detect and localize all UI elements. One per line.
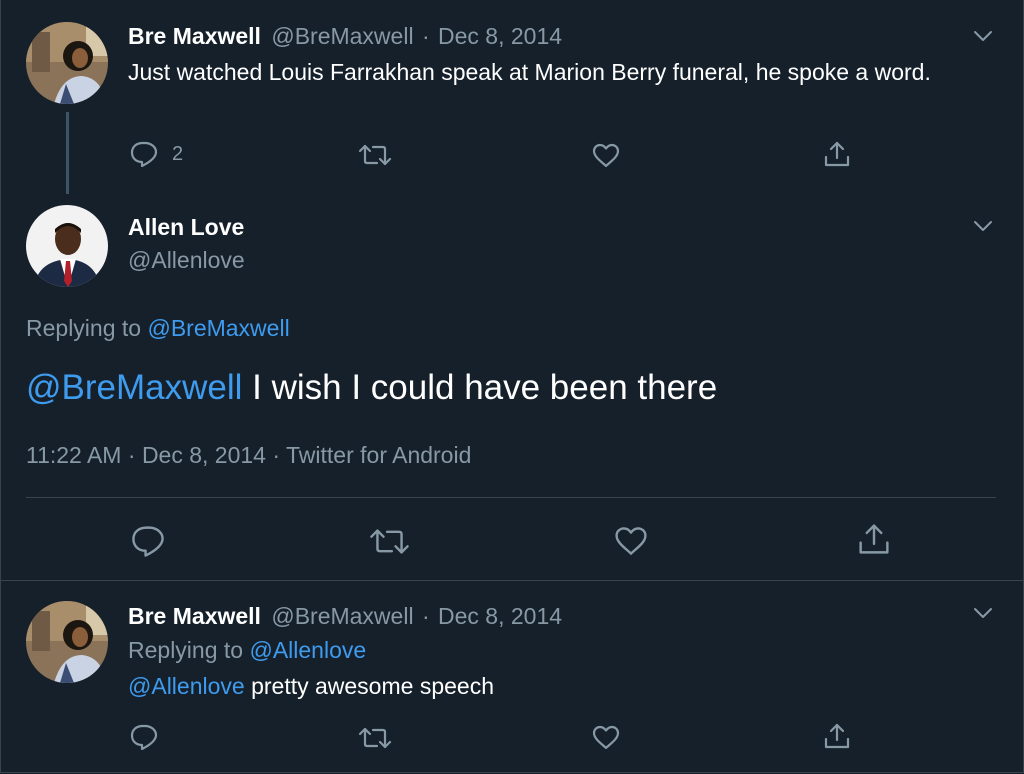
main-author-name[interactable]: Allen Love [128,214,244,241]
main-tweet-body: I wish I could have been there [252,368,718,407]
tweet3-date[interactable]: Dec 8, 2014 [438,603,562,629]
reply-icon [132,526,164,557]
main-tweet-meta: 11:22 AM · Dec 8, 2014 · Twitter for And… [26,442,471,469]
main-bottom-divider [0,580,1024,581]
tweet3-body: pretty awesome speech [251,673,494,699]
like-icon [592,143,620,168]
retweet-icon [358,144,392,166]
retweet-icon [370,529,409,554]
tweet1-text: Just watched Louis Farrakhan speak at Ma… [128,59,931,85]
main-share-button[interactable] [857,522,891,556]
tweet3-mention-link[interactable]: @Allenlove [128,673,245,699]
tweet3-replying-to: Replying to @Allenlove [128,637,366,664]
chevron-down-icon[interactable] [973,607,993,619]
reply-icon [130,141,158,167]
main-source[interactable]: Twitter for Android [286,442,471,468]
replying-to-link[interactable]: @BreMaxwell [147,315,289,341]
tweet1-reply-count: 2 [172,142,184,165]
chevron-down-icon[interactable] [973,220,993,232]
main-author-handle[interactable]: @Allenlove [128,247,245,274]
tweet3-like-button[interactable] [592,725,620,750]
meta-separator-2: · [272,442,281,468]
avatar-bre-maxwell[interactable] [26,22,108,104]
tweet3-author-name[interactable]: Bre Maxwell [128,603,261,629]
avatar-allen-love[interactable] [26,205,108,287]
main-divider [26,497,996,498]
replying-to-label: Replying to [128,637,244,663]
share-icon [824,723,850,749]
main-mention-link[interactable]: @BreMaxwell [26,368,242,407]
tweet1-date[interactable]: Dec 8, 2014 [438,23,562,49]
replying-to-label: Replying to [26,315,142,341]
tweet3-header: Bre Maxwell @BreMaxwell · Dec 8, 2014 [128,603,562,630]
thread-connector [66,112,69,194]
meta-separator-1: · [127,442,136,468]
tweet1-author-handle[interactable]: @BreMaxwell [271,23,413,49]
avatar-bre-maxwell[interactable] [26,601,108,683]
main-replying-to: Replying to @BreMaxwell [26,315,290,342]
tweet1-header: Bre Maxwell @BreMaxwell · Dec 8, 2014 [128,23,562,50]
tweet3-share-button[interactable] [823,722,851,750]
tweet3-separator: · [421,603,430,629]
chevron-down-icon[interactable] [973,30,993,42]
tweet3-reply-button[interactable] [130,724,158,750]
tweet1-share-button[interactable] [823,140,851,168]
main-time[interactable]: 11:22 AM [26,442,121,468]
tweet1-retweet-button[interactable] [358,143,392,167]
share-icon [859,524,889,554]
like-icon [592,725,620,750]
main-tweet-text: @BreMaxwell I wish I could have been the… [26,368,717,408]
tweet3-author-handle[interactable]: @BreMaxwell [271,603,413,629]
reply-icon [130,724,158,750]
share-icon [824,141,850,167]
tweet1-reply-button[interactable]: 2 [130,141,183,167]
like-icon [615,527,647,555]
main-retweet-button[interactable] [369,527,410,556]
retweet-icon [358,727,392,749]
main-like-button[interactable] [614,526,648,556]
tweet1-like-button[interactable] [592,143,620,168]
tweet3-text: @Allenlove pretty awesome speech [128,673,494,700]
main-date[interactable]: Dec 8, 2014 [142,442,266,468]
tweet1-separator: · [421,23,430,49]
replying-to-link[interactable]: @Allenlove [249,637,366,663]
tweet3-retweet-button[interactable] [358,726,392,750]
tweet1-author-name[interactable]: Bre Maxwell [128,23,261,49]
main-reply-button[interactable] [131,525,165,557]
